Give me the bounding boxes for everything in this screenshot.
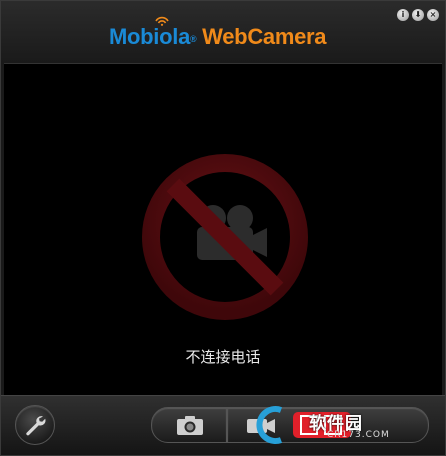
logo-registered: ®	[190, 34, 197, 44]
connection-status: 不连接电话	[185, 348, 261, 366]
app-logo: Mobiola® WebCamera	[109, 24, 327, 50]
close-button[interactable]: ×	[427, 9, 439, 21]
wrench-icon	[26, 416, 46, 436]
download-button[interactable]: ⬇	[412, 9, 424, 21]
photo-camera-icon	[177, 416, 203, 435]
info-button[interactable]: i	[397, 9, 409, 21]
no-video-sign-icon	[142, 154, 308, 320]
logo-webcamera: WebCamera	[196, 24, 327, 49]
video-preview: 不连接电话	[4, 63, 442, 395]
snapshot-button[interactable]	[151, 407, 227, 443]
app-window: Mobiola® WebCamera i ⬇ × 不连接电话 软件园 CR173…	[0, 0, 446, 456]
title-bar: Mobiola® WebCamera i ⬇ ×	[1, 1, 445, 63]
watermark-subtext: CR173.COM	[327, 430, 390, 440]
window-controls: i ⬇ ×	[397, 9, 439, 21]
settings-button[interactable]	[15, 405, 55, 445]
logo-mobiola: Mobiola	[109, 24, 191, 49]
